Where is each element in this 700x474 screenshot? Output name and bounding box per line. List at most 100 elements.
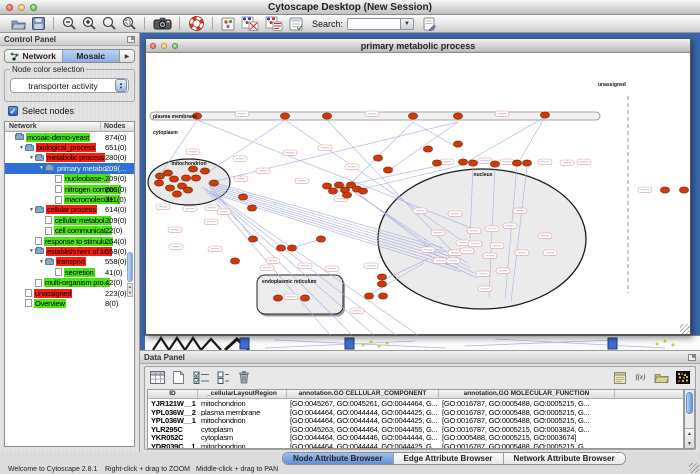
tab-overflow-arrow[interactable]: ▶ [120,50,134,62]
network-node[interactable] [276,245,285,251]
network-node[interactable] [364,293,373,299]
expander-icon[interactable]: ▼ [38,259,45,265]
network-node[interactable] [490,161,499,167]
select-nodes-checkbox[interactable]: ✓ [8,106,18,116]
tree-row[interactable]: secretion41(0) [5,267,134,277]
copy-network-button[interactable] [262,15,286,32]
network-node[interactable] [423,146,432,152]
help-button[interactable] [185,15,207,32]
network-node[interactable] [169,176,178,182]
network-node[interactable] [342,192,351,198]
network-node[interactable] [383,167,392,173]
zoom-out-button[interactable] [59,15,79,32]
table-row[interactable]: YPL036W__1mitochondrion[GO:0044464, GO:0… [148,416,683,425]
table-scrollbar-thumb[interactable] [686,392,693,414]
table-cell[interactable]: cytoplasm [198,433,287,442]
network-node[interactable] [453,141,462,147]
window-resize-grip[interactable] [680,324,690,334]
table-cell[interactable]: [GO:0044464, GO:0044446, GO:0044444, G..… [287,433,439,442]
tree-row[interactable]: multi-organism pro...42(0) [5,277,134,287]
tree-row[interactable]: cellular metabol...209(0) [5,215,134,225]
column-divider[interactable] [100,122,101,132]
table-cell[interactable]: cytoplasm [198,425,287,434]
table-cell[interactable]: YPL036W__2 [148,408,198,417]
network-node[interactable] [660,187,669,193]
network-node[interactable] [408,113,417,119]
network-node[interactable] [200,168,209,174]
table-row[interactable]: YKR052Ccytoplasm[GO:0044464, GO:0044446,… [148,433,683,442]
table-cell[interactable]: [GO:0044464, GO:0044444, GO:0044425, G..… [287,442,439,450]
delete-attribute-button[interactable] [235,369,252,385]
network-node[interactable] [458,159,467,165]
node-color-dropdown[interactable]: transporter activity ▲▼ [10,78,129,93]
network-edge[interactable] [463,117,545,164]
tree-row[interactable]: ▼primary metabo...209(... [5,163,134,173]
tree-row[interactable]: ▼biological_process651(0) [5,142,134,152]
network-node[interactable] [172,191,181,197]
tree-row[interactable]: unassigned223(0) [5,288,134,298]
network-node[interactable] [165,185,174,191]
table-cell[interactable]: YKR052C [148,433,198,442]
network-node[interactable] [181,175,190,181]
annotation-button[interactable] [218,15,238,32]
unselect-attributes-button[interactable] [215,369,231,385]
network-node[interactable] [512,160,521,166]
network-node[interactable] [238,194,247,200]
table-cell[interactable]: mitochondrion [198,442,287,450]
select-attributes-button[interactable] [191,369,211,385]
table-cell[interactable]: [GO:0016787, GO:0005488, GO:0005215, G..… [439,416,615,425]
float-panel-icon[interactable] [688,354,696,361]
expander-icon[interactable]: ▼ [28,248,35,254]
search-input[interactable] [347,18,401,30]
expander-icon[interactable]: ▼ [28,155,35,161]
table-cell[interactable]: [GO:0016787, GO:0005215, GO:0003824, G..… [439,425,615,434]
zoom-in-button[interactable] [79,15,99,32]
network-window-titlebar[interactable]: primary metabolic process [146,39,690,53]
table-row[interactable]: YLR295Ccytoplasm[GO:0045263, GO:0044464,… [148,425,683,434]
first-neighbors-button[interactable] [238,15,262,32]
tab-mosaic[interactable]: Mosaic [63,50,121,62]
table-cell[interactable]: YDR039C__1 [148,442,198,450]
network-node[interactable] [183,187,192,193]
tree-row[interactable]: response to stimulu...264(0) [5,236,134,246]
tree-row[interactable]: cell communicat...22(0) [5,226,134,236]
table-cell[interactable]: [GO:0016787, GO:0005488, GO:0005215, G..… [439,442,615,450]
network-node[interactable] [154,180,163,186]
tree-row[interactable]: Overview8(0) [5,298,134,308]
network-edge[interactable] [518,117,545,163]
network-node[interactable] [540,112,549,118]
tree-row[interactable]: macromolecule...311(0) [5,194,134,204]
network-node[interactable] [378,293,387,299]
network-form-button[interactable] [286,15,306,32]
table-cell[interactable]: [GO:0005488, GO:0005215, GO:0003674] [439,433,615,442]
attribute-browser-tab[interactable]: Edge Attribute Browser [394,453,504,464]
table-cell[interactable]: [GO:0045267, GO:0045261, GO:0044464, G..… [287,399,439,408]
table-row[interactable]: YDR039C__1mitochondrion[GO:0044464, GO:0… [148,442,683,450]
tree-row[interactable]: ▼transport558(0) [5,257,134,267]
zoom-fit-button[interactable] [99,15,119,32]
network-node[interactable] [328,188,337,194]
heatmap-button[interactable] [674,369,691,385]
table-cell[interactable]: plasma membrane [198,408,287,417]
table-column-header[interactable]: annotation.GO MOLECULAR_FUNCTION [439,390,615,398]
attribute-browser-tab[interactable]: Network Attribute Browser [504,453,625,464]
network-canvas[interactable]: plasma membranecytoplasmmitochondrionnuc… [146,53,690,335]
network-node[interactable] [377,274,386,280]
network-edge[interactable] [197,120,474,229]
table-row[interactable]: YPL036W__2plasma membrane[GO:0044464, GO… [148,408,683,417]
table-cell[interactable]: YJR121W__1 [148,399,198,408]
table-cell[interactable]: YLR295C [148,425,198,434]
attribute-table-button[interactable] [149,369,166,385]
network-node[interactable] [453,113,462,119]
table-cell[interactable]: mitochondrion [198,416,287,425]
table-cell[interactable]: [GO:0045263, GO:0044464, GO:0044455, G..… [287,425,439,434]
table-column-header[interactable]: _cellularLayoutRegion [198,390,287,398]
expander-icon[interactable]: ▼ [38,165,45,171]
tree-row[interactable]: mosaic-demo-yeast874(0) [5,132,134,142]
network-node[interactable] [468,160,477,166]
network-edge[interactable] [413,122,458,148]
expander-icon[interactable]: ▼ [18,145,25,151]
tab-network[interactable]: Network [5,50,63,62]
import-attributes-button[interactable] [653,369,670,385]
expander-icon[interactable]: ▼ [28,207,35,213]
